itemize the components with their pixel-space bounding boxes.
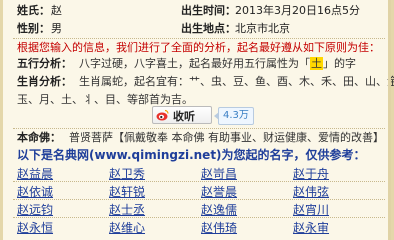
zodiac-label: 生肖分析： xyxy=(17,75,72,88)
follow-label: 收听 xyxy=(173,110,195,123)
wuxing-text: 八字过硬，八字喜土，起名最好用五行属性为「土」的字 xyxy=(79,57,356,71)
gender-value: 男 xyxy=(51,22,62,35)
birth-time-label: 出生时间： xyxy=(181,4,236,17)
wuxing-element: 土 xyxy=(310,57,323,70)
name-link[interactable]: 赵逸儒 xyxy=(201,201,237,218)
wuxing-text-after: 」的字 xyxy=(323,57,356,70)
birth-place-label: 出生地点： xyxy=(181,22,236,35)
scrollbar[interactable] xyxy=(388,0,391,240)
surname-value: 赵 xyxy=(51,4,62,17)
names-row: 赵远钧 赵士丞 赵逸儒 赵宵川 xyxy=(13,200,385,218)
result-page: 姓氏： 赵 出生时间： 2013年3月20日16点5分 性别： 男 出生地点： … xyxy=(0,0,394,240)
name-link[interactable]: 赵维心 xyxy=(109,219,145,236)
mingfo-label: 本命佛： xyxy=(17,131,61,144)
surname-label: 姓氏： xyxy=(17,4,50,17)
name-link[interactable]: 赵誉晨 xyxy=(201,183,237,200)
names-row: 赵依诚 赵轩锐 赵誉晨 赵伟弦 xyxy=(13,182,385,200)
divider xyxy=(13,128,385,129)
names-heading: 以下是名典网(www.qimingzi.net)为您起的名字，仅供参考： xyxy=(17,148,366,162)
names-row: 赵益晨 赵卫秀 赵岢昌 赵于舟 xyxy=(13,164,385,182)
wuxing-text-before: 八字过硬，八字喜土，起名最好用五行属性为「 xyxy=(79,57,310,70)
zodiac-line2: 玉、月、土、丬、目、等部首为吉。 xyxy=(17,93,193,106)
name-link[interactable]: 赵永恒 xyxy=(17,219,53,236)
mingfo-text: 普贤菩萨【佩戴敬奉 本命佛 有助事业、财运健康、爱情的改善】 xyxy=(69,131,384,144)
name-link[interactable]: 赵轩锐 xyxy=(109,183,145,200)
name-link[interactable]: 赵远钧 xyxy=(17,201,53,218)
name-link[interactable]: 赵伟琦 xyxy=(201,219,237,236)
weibo-icon xyxy=(156,109,169,121)
name-link[interactable]: 赵依诚 xyxy=(17,183,53,200)
birth-place-value: 北京市北京 xyxy=(235,22,290,35)
zodiac-line1: 生肖属蛇，起名宜有：艹、虫、豆、鱼、酉、木、禾、田、山、金、 xyxy=(79,75,394,88)
name-link[interactable]: 赵永审 xyxy=(293,219,329,236)
analysis-notice: 根据您输入的信息，我们进行了全面的分析，起名最好遵从如下原则为佳： xyxy=(17,41,380,54)
name-link[interactable]: 赵岢昌 xyxy=(201,165,237,182)
name-link[interactable]: 赵益晨 xyxy=(17,165,53,182)
wuxing-label: 五行分析： xyxy=(17,57,72,70)
name-link[interactable]: 赵宵川 xyxy=(293,201,329,218)
name-link[interactable]: 赵卫秀 xyxy=(109,165,145,182)
names-row: 赵永恒 赵维心 赵伟琦 赵永审 xyxy=(13,218,385,235)
gender-label: 性别： xyxy=(17,22,50,35)
birth-time-value: 2013年3月20日16点5分 xyxy=(235,4,360,17)
divider xyxy=(13,38,385,39)
follower-count: 4.3万 xyxy=(214,107,254,125)
name-link[interactable]: 赵士丞 xyxy=(109,201,145,218)
name-link[interactable]: 赵于舟 xyxy=(293,165,329,182)
name-link[interactable]: 赵伟弦 xyxy=(293,183,329,200)
follow-button[interactable]: 收听 xyxy=(152,106,212,124)
